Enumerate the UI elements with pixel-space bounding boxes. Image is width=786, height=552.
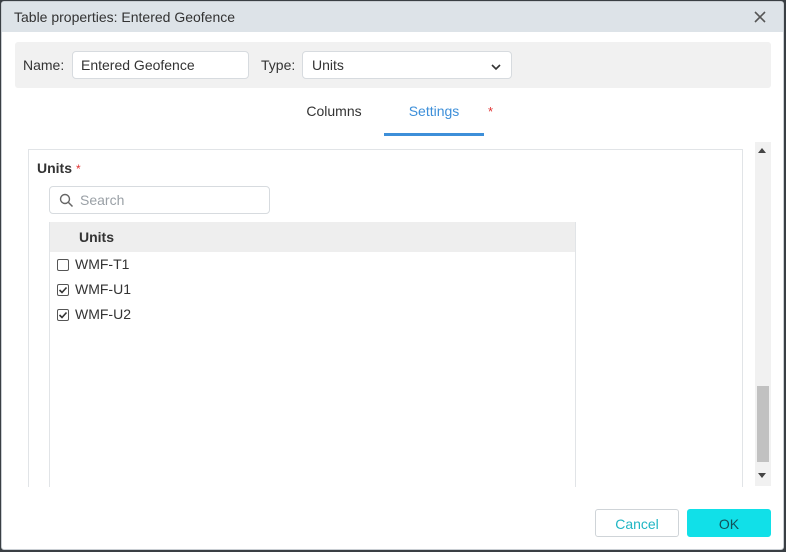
- unit-row-wmf-u2[interactable]: WMF-U2: [50, 303, 575, 328]
- units-list-header[interactable]: Units: [50, 222, 575, 252]
- properties-bar: Name: Type: Units: [15, 42, 771, 88]
- tab-bar: Columns Settings *: [2, 96, 783, 136]
- scrollbar-thumb[interactable]: [757, 386, 769, 462]
- search-input[interactable]: [80, 190, 265, 210]
- ok-button[interactable]: OK: [687, 509, 771, 537]
- close-icon[interactable]: [751, 8, 769, 26]
- table-properties-dialog: Table properties: Entered Geofence Name:…: [1, 1, 784, 550]
- name-input[interactable]: [72, 51, 249, 79]
- unit-checkbox[interactable]: [57, 259, 69, 271]
- units-list: Units WMF-T1 WMF-U1 WMF-U2: [49, 222, 576, 487]
- unit-label: WMF-U2: [75, 306, 131, 322]
- name-label: Name:: [23, 57, 65, 73]
- settings-panel: Units * Units WMF-T1 WMF-U1: [28, 149, 743, 487]
- type-label: Type:: [261, 57, 296, 73]
- type-select[interactable]: Units: [302, 51, 512, 79]
- units-title-text: Units: [37, 160, 72, 176]
- unit-label: WMF-T1: [75, 256, 130, 272]
- settings-required-mark: *: [488, 104, 494, 119]
- tab-settings[interactable]: Settings: [384, 96, 484, 136]
- units-section-title: Units *: [37, 160, 81, 176]
- units-column-header: Units: [79, 229, 114, 245]
- chevron-down-icon: [490, 60, 502, 72]
- cancel-button[interactable]: Cancel: [595, 509, 679, 537]
- unit-label: WMF-U1: [75, 281, 131, 297]
- units-required-mark: *: [76, 162, 81, 176]
- unit-row-wmf-u1[interactable]: WMF-U1: [50, 278, 575, 303]
- scroll-up-arrow-icon[interactable]: [758, 148, 766, 153]
- search-icon: [59, 193, 74, 208]
- dialog-title: Table properties: Entered Geofence: [14, 9, 236, 25]
- unit-row-wmf-t1[interactable]: WMF-T1: [50, 253, 575, 278]
- settings-scrollbar[interactable]: [755, 142, 771, 486]
- tab-columns[interactable]: Columns: [284, 96, 384, 136]
- unit-checkbox-checked[interactable]: [57, 309, 69, 321]
- units-search-box[interactable]: [49, 186, 270, 214]
- type-select-value: Units: [312, 57, 344, 73]
- dialog-titlebar: Table properties: Entered Geofence: [2, 2, 783, 32]
- unit-checkbox-checked[interactable]: [57, 284, 69, 296]
- scroll-down-arrow-icon[interactable]: [758, 473, 766, 478]
